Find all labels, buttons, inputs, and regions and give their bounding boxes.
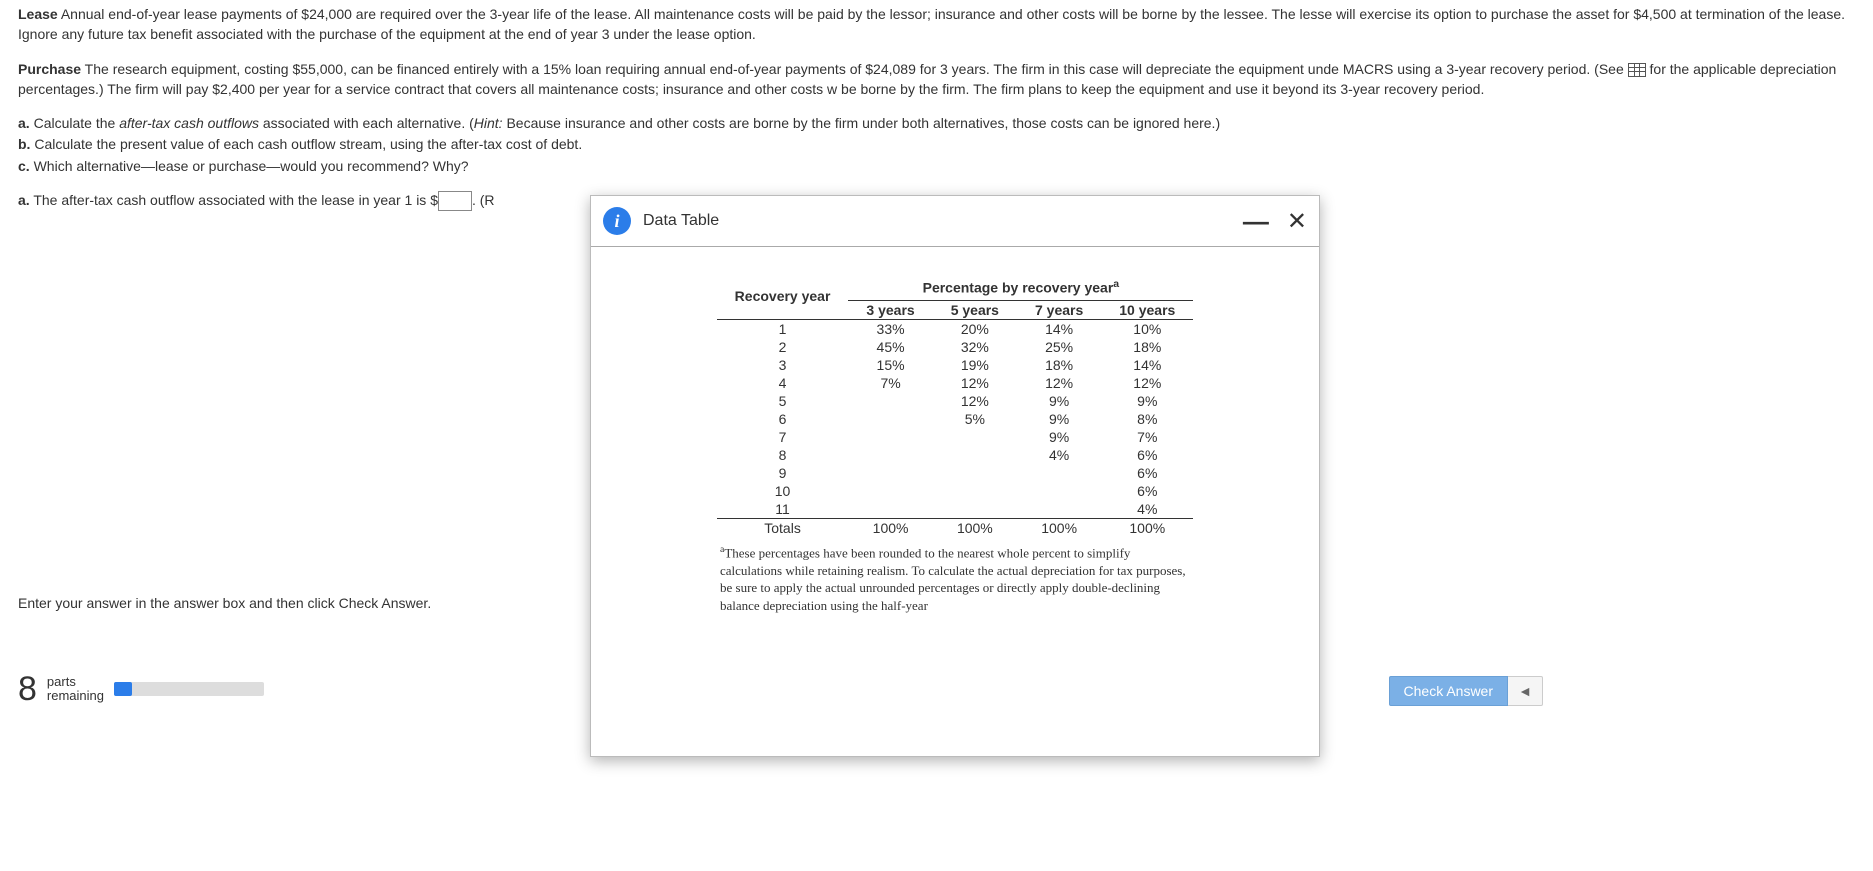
modal-header: i Data Table — ✕ — [591, 196, 1319, 247]
purchase-text-1: The research equipment, costing $55,000,… — [81, 61, 1628, 77]
minimize-icon[interactable]: — — [1243, 216, 1269, 226]
parts-remaining: 8 parts remaining — [18, 672, 264, 706]
column-header: 3 years — [848, 300, 932, 319]
column-header: 5 years — [933, 300, 1017, 319]
table-row: 84%6% — [717, 446, 1194, 464]
problem-text: Lease Annual end-of-year lease payments … — [0, 0, 1873, 99]
table-row: 79%7% — [717, 428, 1194, 446]
table-footnote: aThese percentages have been rounded to … — [720, 543, 1190, 615]
table-row: 315%19%18%14% — [717, 356, 1194, 374]
modal-title: Data Table — [643, 212, 719, 230]
lease-label: Lease — [18, 6, 58, 22]
data-table-modal: i Data Table — ✕ Recovery year Percentag… — [590, 195, 1320, 757]
info-icon: i — [603, 207, 631, 235]
chevron-left-icon: ◄ — [1518, 683, 1532, 699]
table-icon[interactable] — [1628, 63, 1646, 77]
close-icon[interactable]: ✕ — [1287, 207, 1307, 236]
table-row: 96% — [717, 464, 1194, 482]
macrs-table: Recovery year Percentage by recovery yea… — [717, 277, 1194, 537]
parts-count: 8 — [18, 672, 37, 706]
column-header: 10 years — [1101, 300, 1193, 319]
table-row: 114% — [717, 500, 1194, 519]
hint-text: Enter your answer in the answer box and … — [18, 595, 431, 611]
progress-bar — [114, 682, 264, 696]
table-row: 133%20%14%10% — [717, 319, 1194, 338]
answer-a-label: a. — [18, 192, 30, 208]
table-row: 106% — [717, 482, 1194, 500]
table-row: 47%12%12%12% — [717, 374, 1194, 392]
purchase-label: Purchase — [18, 61, 81, 77]
lease-text: Annual end-of-year lease payments of $24… — [18, 6, 1845, 42]
next-button[interactable]: ◄ — [1508, 676, 1543, 706]
qb-label: b. — [18, 136, 30, 152]
column-header: 7 years — [1017, 300, 1101, 319]
modal-body[interactable]: Recovery year Percentage by recovery yea… — [591, 247, 1319, 756]
table-row: 245%32%25%18% — [717, 338, 1194, 356]
table-row: 512%9%9% — [717, 392, 1194, 410]
qa-label: a. — [18, 115, 30, 131]
check-answer-button[interactable]: Check Answer — [1389, 676, 1508, 706]
answer-input-a[interactable] — [438, 191, 472, 211]
qc-label: c. — [18, 158, 30, 174]
table-row: 65%9%8% — [717, 410, 1194, 428]
